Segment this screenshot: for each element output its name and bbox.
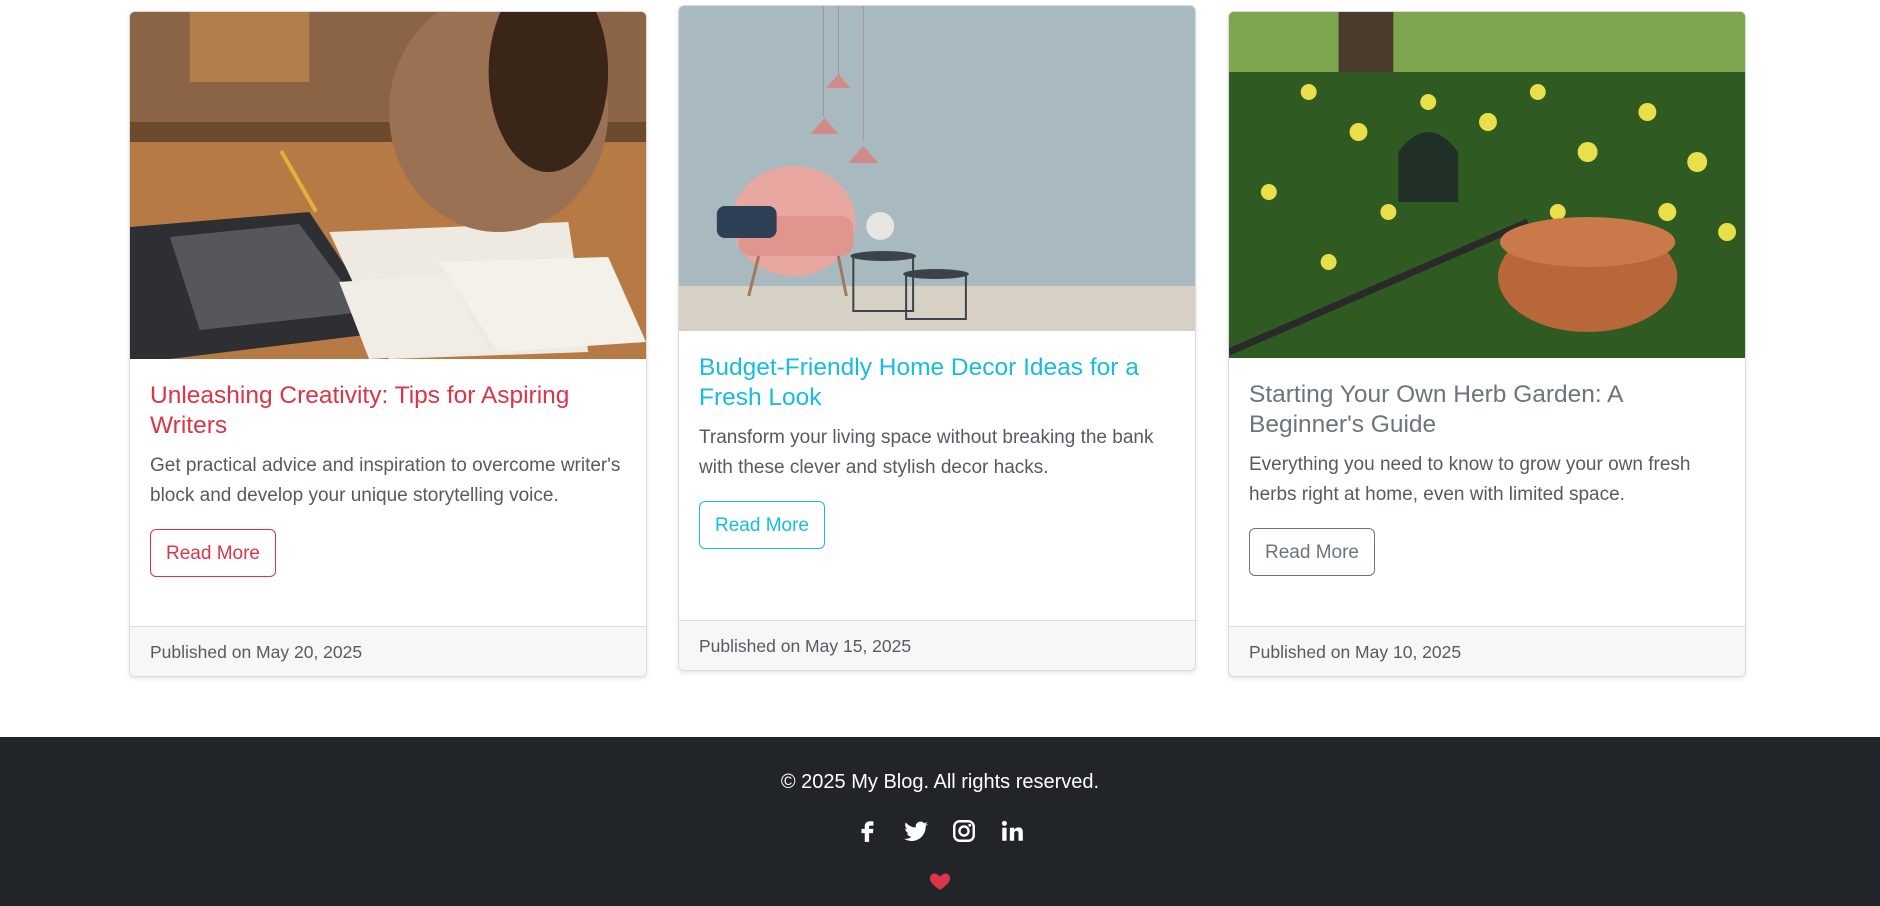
post-card: Starting Your Own Herb Garden: A Beginne… <box>1228 11 1746 677</box>
post-date: Published on May 10, 2025 <box>1229 626 1745 676</box>
post-excerpt: Transform your living space without brea… <box>699 427 1154 478</box>
copyright-text: © 2025 My Blog. All rights reserved. <box>780 771 1100 793</box>
post-date: Published on May 20, 2025 <box>130 626 646 676</box>
heart-icon <box>0 869 1880 893</box>
post-excerpt: Get practical advice and inspiration to … <box>150 455 621 506</box>
social-links <box>0 818 1880 844</box>
twitter-icon[interactable] <box>903 818 929 844</box>
instagram-icon[interactable] <box>951 818 977 844</box>
post-image[interactable] <box>679 6 1195 331</box>
post-title[interactable]: Budget-Friendly Home Decor Ideas for a F… <box>699 353 1175 413</box>
post-title[interactable]: Unleashing Creativity: Tips for Aspiring… <box>150 381 626 441</box>
read-more-button[interactable]: Read More <box>150 529 276 577</box>
post-image[interactable] <box>1229 12 1745 358</box>
post-card: Budget-Friendly Home Decor Ideas for a F… <box>678 5 1196 671</box>
site-footer: © 2025 My Blog. All rights reserved. <box>0 737 1880 906</box>
facebook-icon[interactable] <box>855 818 881 844</box>
post-title[interactable]: Starting Your Own Herb Garden: A Beginne… <box>1249 380 1725 440</box>
read-more-button[interactable]: Read More <box>699 501 825 549</box>
post-date: Published on May 15, 2025 <box>679 620 1195 670</box>
linkedin-icon[interactable] <box>999 818 1025 844</box>
read-more-button[interactable]: Read More <box>1249 528 1375 576</box>
post-excerpt: Everything you need to know to grow your… <box>1249 454 1691 505</box>
post-image[interactable] <box>130 12 646 359</box>
post-card: Unleashing Creativity: Tips for Aspiring… <box>129 11 647 677</box>
